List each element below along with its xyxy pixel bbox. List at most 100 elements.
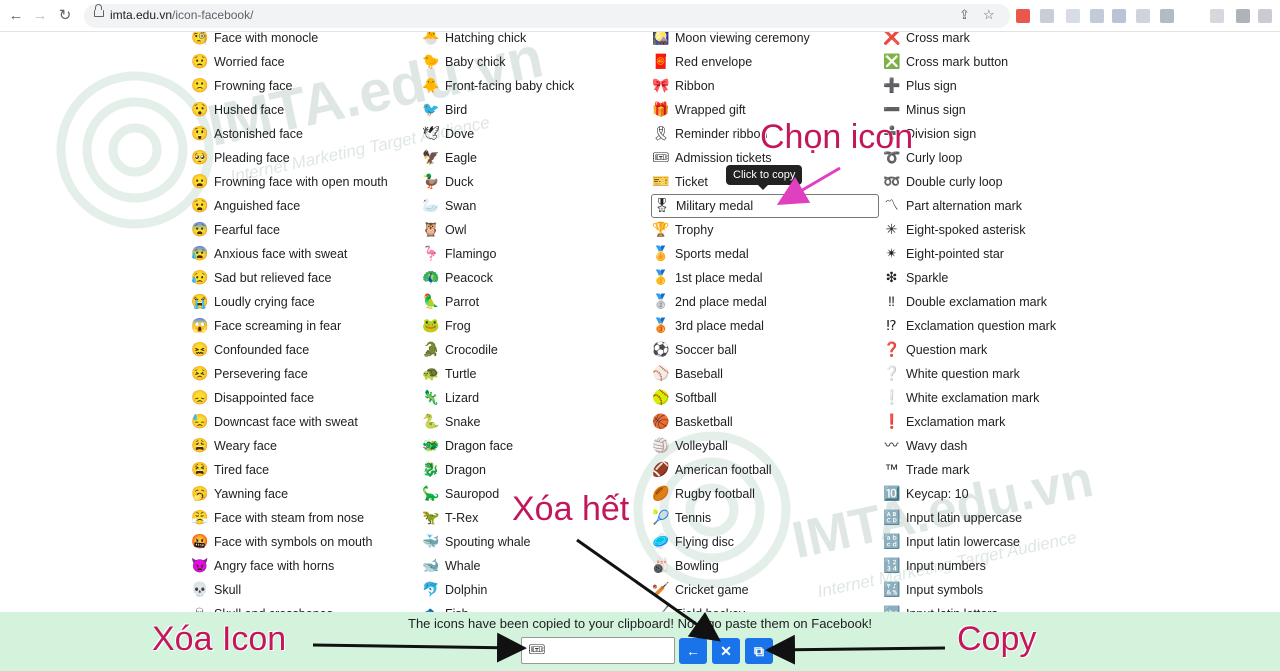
icon-list-item[interactable]: 😯 Hushed face [190, 98, 418, 122]
icon-list-item[interactable]: ❓ Question mark [882, 338, 1110, 362]
icon-list-item[interactable]: 🐢 Turtle [421, 362, 649, 386]
icon-list-item[interactable]: 👿 Angry face with horns [190, 554, 418, 578]
icon-list-item[interactable]: ❗ Exclamation mark [882, 410, 1110, 434]
icon-list-item[interactable]: ➕ Plus sign [882, 74, 1110, 98]
icon-list-item[interactable]: ‼ Double exclamation mark [882, 290, 1110, 314]
selected-icons-field[interactable]: 🎟 [521, 637, 675, 664]
icon-list-item[interactable]: 😤 Face with steam from nose [190, 506, 418, 530]
icon-list-item[interactable]: ➖ Minus sign [882, 98, 1110, 122]
icon-list-item[interactable]: 🥏 Flying disc [651, 530, 879, 554]
icon-list-item[interactable]: 🦆 Duck [421, 170, 649, 194]
icon-list-item[interactable]: 😥 Sad but relieved face [190, 266, 418, 290]
icon-list-item[interactable]: 🔣 Input symbols [882, 578, 1110, 602]
icon-list-item[interactable]: 😰 Anxious face with sweat [190, 242, 418, 266]
icon-list-item[interactable]: 🦜 Parrot [421, 290, 649, 314]
icon-list-item[interactable]: 🔟 Keycap: 10 [882, 482, 1110, 506]
icon-list-item[interactable]: 🥱 Yawning face [190, 482, 418, 506]
forward-arrow-icon[interactable]: → [30, 6, 50, 26]
icon-list-item[interactable]: 🏆 Trophy [651, 218, 879, 242]
icon-list-item[interactable]: 😦 Frowning face with open mouth [190, 170, 418, 194]
icon-list-item[interactable]: ⚽ Soccer ball [651, 338, 879, 362]
copy-button[interactable]: ⧉ [745, 638, 773, 664]
icon-list-item[interactable]: 😣 Persevering face [190, 362, 418, 386]
icon-list-item[interactable]: ❌ Cross mark [882, 32, 1110, 50]
icon-list-item[interactable]: ➰ Curly loop [882, 146, 1110, 170]
icon-list-item[interactable]: 🦅 Eagle [421, 146, 649, 170]
icon-list-item[interactable]: 🔤Input latin letters [882, 602, 1110, 612]
icon-list-item[interactable]: ✴ Eight-pointed star [882, 242, 1110, 266]
icon-list-item[interactable]: 🥇 1st place medal [651, 266, 879, 290]
back-arrow-icon[interactable]: ← [6, 6, 26, 26]
icon-list-item[interactable]: 😭 Loudly crying face [190, 290, 418, 314]
extension-icon[interactable] [1016, 9, 1030, 23]
icon-list-item[interactable]: 🐦 Bird [421, 98, 649, 122]
extension-icon[interactable] [1112, 9, 1126, 23]
profile-avatar[interactable] [1236, 9, 1250, 23]
icon-list-item[interactable]: 🏀 Basketball [651, 410, 879, 434]
icon-list-item[interactable]: 😞 Disappointed face [190, 386, 418, 410]
icon-list-item[interactable]: 🏈 American football [651, 458, 879, 482]
icon-list-item[interactable]: 😱 Face screaming in fear [190, 314, 418, 338]
icon-list-item[interactable]: 🏅 Sports medal [651, 242, 879, 266]
icon-list-item[interactable]: 🦢 Swan [421, 194, 649, 218]
extension-icon[interactable] [1136, 9, 1150, 23]
icon-list-item[interactable]: 🎑 Moon viewing ceremony [651, 32, 879, 50]
icon-list-item[interactable]: 🧧 Red envelope [651, 50, 879, 74]
icon-list-item[interactable]: 🕊 Dove [421, 122, 649, 146]
icon-list-item[interactable]: 🐲 Dragon face [421, 434, 649, 458]
icon-list-item[interactable]: 🙁 Frowning face [190, 74, 418, 98]
icon-list-item[interactable]: 🐸 Frog [421, 314, 649, 338]
icon-list-item[interactable]: 🐤 Baby chick [421, 50, 649, 74]
icon-list-item[interactable]: 〰 Wavy dash [882, 434, 1110, 458]
icon-list-item[interactable]: ❎ Cross mark button [882, 50, 1110, 74]
icon-list-item[interactable]: 🏐 Volleyball [651, 434, 879, 458]
extension-icon[interactable] [1066, 9, 1080, 23]
address-bar[interactable]: imta.edu.vn/icon-facebook/ ⇪ ☆ [84, 4, 1010, 28]
icon-list-item[interactable]: 🥈 2nd place medal [651, 290, 879, 314]
icon-list-item[interactable]: 😖 Confounded face [190, 338, 418, 362]
icon-list-item[interactable]: 🐣 Hatching chick [421, 32, 649, 50]
icon-list-item[interactable]: ⚾ Baseball [651, 362, 879, 386]
icon-list-item[interactable]: 🐊 Crocodile [421, 338, 649, 362]
icon-list-item[interactable]: 🐬 Dolphin [421, 578, 649, 602]
icon-list-item[interactable]: ❇ Sparkle [882, 266, 1110, 290]
extension-icon[interactable] [1090, 9, 1104, 23]
icon-list-item[interactable]: 🎖 Military medal [651, 194, 879, 218]
bookmark-star-icon[interactable]: ☆ [983, 7, 995, 23]
extension-icon[interactable] [1040, 9, 1054, 23]
icon-list-item[interactable]: 😓 Downcast face with sweat [190, 410, 418, 434]
icon-list-item[interactable]: 😧 Anguished face [190, 194, 418, 218]
icon-list-item[interactable]: 🐉 Dragon [421, 458, 649, 482]
icon-list-item[interactable]: 🐥 Front-facing baby chick [421, 74, 649, 98]
icon-list-item[interactable]: ❔ White question mark [882, 362, 1110, 386]
icon-list-item[interactable]: ➗ Division sign [882, 122, 1110, 146]
icon-list-item[interactable]: 🔢 Input numbers [882, 554, 1110, 578]
icon-list-item[interactable]: 🐟Fish [421, 602, 649, 612]
icon-list-item[interactable]: 🎳 Bowling [651, 554, 879, 578]
icon-list-item[interactable]: ⁉ Exclamation question mark [882, 314, 1110, 338]
icon-list-item[interactable]: ™ Trade mark [882, 458, 1110, 482]
icon-list-item[interactable]: 🎾 Tennis [651, 506, 879, 530]
icon-list-item[interactable]: 🦉 Owl [421, 218, 649, 242]
icon-list-item[interactable]: 🥉 3rd place medal [651, 314, 879, 338]
menu-icon[interactable] [1258, 9, 1272, 23]
icon-list-item[interactable]: ✳ Eight-spoked asterisk [882, 218, 1110, 242]
icon-list-item[interactable]: 🔡 Input latin lowercase [882, 530, 1110, 554]
icon-list-item[interactable]: 🐳 Spouting whale [421, 530, 649, 554]
backspace-button[interactable]: ← [679, 638, 707, 664]
icon-list-item[interactable]: 🥎 Softball [651, 386, 879, 410]
icon-list-item[interactable]: ➿ Double curly loop [882, 170, 1110, 194]
icon-list-item[interactable]: 🦎 Lizard [421, 386, 649, 410]
icon-list-item[interactable]: 🔠 Input latin uppercase [882, 506, 1110, 530]
icon-list-item[interactable]: 💀 Skull [190, 578, 418, 602]
extension-icon[interactable] [1160, 9, 1174, 23]
share-icon[interactable]: ⇪ [959, 7, 970, 23]
clear-all-button[interactable]: ✕ [712, 638, 740, 664]
icon-list-item[interactable]: 😩 Weary face [190, 434, 418, 458]
icon-list-item[interactable]: 🐋 Whale [421, 554, 649, 578]
icon-list-item[interactable]: ☠Skull and crossbones [190, 602, 418, 612]
icon-list-item[interactable]: 〽 Part alternation mark [882, 194, 1110, 218]
icon-list-item[interactable]: 😫 Tired face [190, 458, 418, 482]
icon-list-item[interactable]: ❕ White exclamation mark [882, 386, 1110, 410]
icon-list-item[interactable]: 🥺 Pleading face [190, 146, 418, 170]
